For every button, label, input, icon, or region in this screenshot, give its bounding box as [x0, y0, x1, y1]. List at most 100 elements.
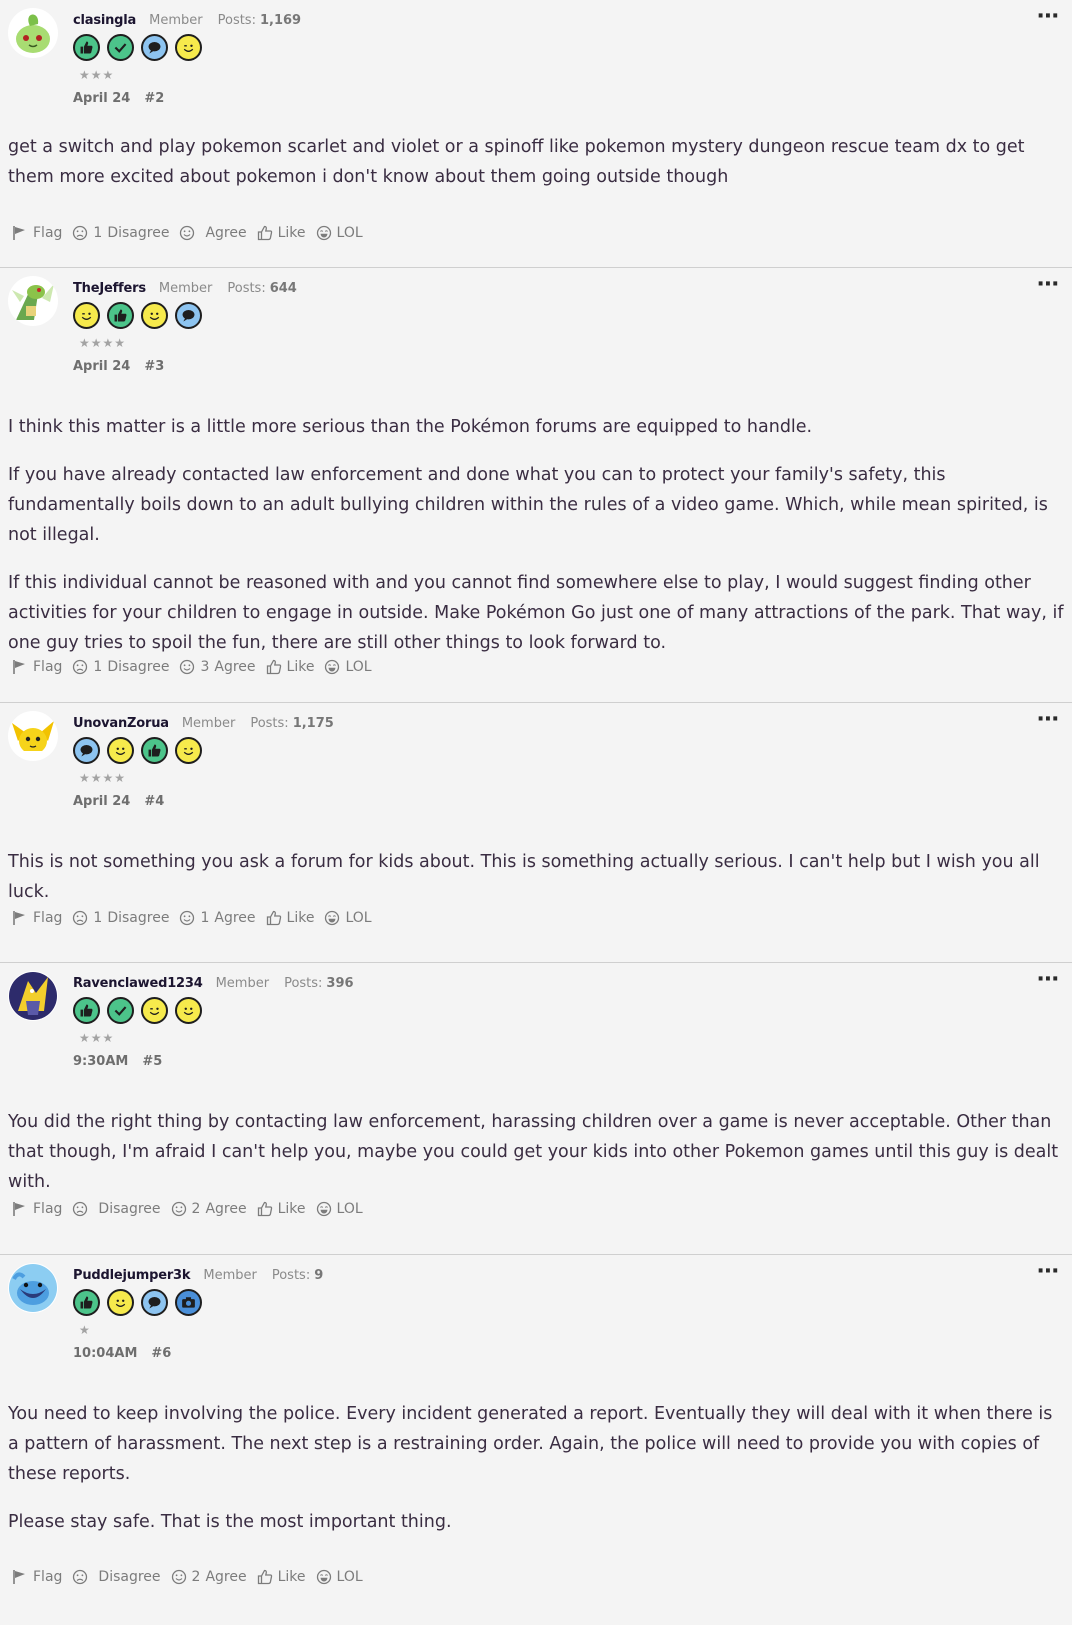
post-number[interactable]: #6	[151, 1346, 171, 1361]
frown-icon	[73, 910, 88, 926]
post-number[interactable]: #3	[144, 359, 164, 374]
smile-icon	[180, 910, 195, 926]
lol-button[interactable]: LOL	[324, 659, 372, 675]
avatar-unovanzorua[interactable]	[8, 711, 58, 761]
thumbs-up-icon[interactable]	[141, 737, 168, 764]
avatar-clasingla[interactable]	[8, 8, 58, 58]
flag-button[interactable]: Flag	[12, 910, 62, 926]
thumbs-up-icon[interactable]	[73, 34, 100, 61]
avatar-ravenclawed1234[interactable]	[8, 971, 58, 1021]
thumbs-up-outline-icon	[257, 1201, 272, 1217]
posts-label: Posts:	[250, 716, 289, 731]
avatar-thejeffers[interactable]	[8, 276, 58, 326]
post-meta: TheJeffers Member Posts: 644 ★★★★ April …	[73, 281, 297, 374]
lol-button[interactable]: LOL	[324, 910, 372, 926]
check-icon[interactable]	[107, 997, 134, 1024]
lol-button[interactable]: LOL	[316, 1201, 363, 1217]
smile-icon[interactable]	[175, 997, 202, 1024]
agree-button[interactable]: 2 Agree	[171, 1201, 247, 1217]
user-line: clasingla Member Posts: 1,169	[73, 13, 301, 28]
flag-button[interactable]: Flag	[12, 659, 62, 675]
flag-button[interactable]: Flag	[12, 1569, 62, 1585]
avatar-puddlejumper3k[interactable]	[8, 1263, 58, 1313]
flag-button[interactable]: Flag	[12, 1201, 62, 1217]
thumbs-up-icon[interactable]	[107, 302, 134, 329]
more-options-icon[interactable]: ⋯	[1037, 709, 1060, 731]
smile-icon	[171, 1201, 186, 1217]
wink-icon[interactable]	[175, 737, 202, 764]
disagree-button[interactable]: 1 Disagree	[72, 910, 169, 926]
post-date[interactable]: April 24	[73, 794, 130, 809]
post-date-line: 9:30AM #5	[73, 1054, 354, 1069]
agree-button[interactable]: Agree	[179, 225, 247, 241]
post-date[interactable]: 10:04AM	[73, 1346, 137, 1361]
post-date[interactable]: April 24	[73, 359, 130, 374]
post-date[interactable]: 9:30AM	[73, 1054, 128, 1069]
post-body: You need to keep involving the police. E…	[8, 1399, 1064, 1537]
thumbs-up-icon[interactable]	[73, 997, 100, 1024]
lol-button[interactable]: LOL	[316, 1569, 363, 1585]
post-actions: Flag Disagree 2 Agree Like LOL	[12, 1569, 373, 1585]
camera-icon[interactable]	[175, 1289, 202, 1316]
wink-icon[interactable]	[141, 997, 168, 1024]
smile-icon	[180, 225, 195, 241]
username[interactable]: Puddlejumper3k	[73, 1268, 191, 1283]
like-button[interactable]: Like	[266, 659, 314, 675]
more-options-icon[interactable]: ⋯	[1037, 969, 1060, 991]
username[interactable]: UnovanZorua	[73, 716, 169, 731]
posts-label: Posts:	[227, 281, 266, 296]
badges	[73, 997, 354, 1024]
posts-count: 644	[269, 281, 297, 296]
agree-button[interactable]: 1 Agree	[179, 910, 256, 926]
disagree-button[interactable]: Disagree	[72, 1569, 161, 1585]
smile-icon[interactable]	[141, 302, 168, 329]
like-button[interactable]: Like	[257, 1201, 306, 1217]
more-options-icon[interactable]: ⋯	[1037, 1261, 1060, 1283]
flag-button[interactable]: Flag	[12, 225, 62, 241]
lol-button[interactable]: LOL	[316, 225, 363, 241]
post-date-line: 10:04AM #6	[73, 1346, 323, 1361]
post-paragraph: If you have already contacted law enforc…	[8, 465, 1048, 545]
agree-button[interactable]: 3 Agree	[179, 659, 256, 675]
post-body: This is not something you ask a forum fo…	[8, 847, 1064, 907]
like-button[interactable]: Like	[257, 225, 306, 241]
smile-icon[interactable]	[107, 737, 134, 764]
post-number[interactable]: #2	[144, 91, 164, 106]
speech-bubble-icon[interactable]	[141, 1289, 168, 1316]
username[interactable]: clasingla	[73, 13, 136, 28]
badges	[73, 34, 301, 61]
disagree-button[interactable]: Disagree	[72, 1201, 161, 1217]
post-number[interactable]: #4	[144, 794, 164, 809]
smile-icon[interactable]	[107, 1289, 134, 1316]
thumbs-up-outline-icon	[266, 910, 281, 926]
wink-icon[interactable]	[73, 302, 100, 329]
speech-bubble-icon[interactable]	[141, 34, 168, 61]
frown-icon	[73, 1201, 88, 1217]
post-number[interactable]: #5	[142, 1054, 162, 1069]
post-paragraph: You need to keep involving the police. E…	[8, 1404, 1053, 1484]
post-date[interactable]: April 24	[73, 91, 130, 106]
disagree-button[interactable]: 1 Disagree	[72, 225, 169, 241]
thumbs-up-outline-icon	[257, 225, 272, 241]
username[interactable]: Ravenclawed1234	[73, 976, 203, 991]
more-options-icon[interactable]: ⋯	[1037, 274, 1060, 296]
smile-icon	[171, 1569, 186, 1585]
thumbs-up-icon[interactable]	[73, 1289, 100, 1316]
post: clasingla Member Posts: 1,169 ★★★ April …	[0, 0, 1072, 268]
agree-button[interactable]: 2 Agree	[171, 1569, 247, 1585]
check-icon[interactable]	[107, 34, 134, 61]
user-role: Member	[203, 1268, 257, 1283]
wink-icon[interactable]	[175, 34, 202, 61]
posts-label: Posts:	[284, 976, 323, 991]
username[interactable]: TheJeffers	[73, 281, 146, 296]
post-actions: Flag 1 Disagree 3 Agree Like LOL	[12, 659, 382, 675]
speech-bubble-icon[interactable]	[73, 737, 100, 764]
like-button[interactable]: Like	[257, 1569, 306, 1585]
more-options-icon[interactable]: ⋯	[1037, 6, 1060, 28]
rank-stars: ★★★	[79, 1031, 115, 1045]
rank-stars: ★★★	[79, 68, 115, 82]
disagree-button[interactable]: 1 Disagree	[72, 659, 169, 675]
like-button[interactable]: Like	[266, 910, 314, 926]
laugh-icon	[316, 225, 331, 241]
speech-bubble-icon[interactable]	[175, 302, 202, 329]
